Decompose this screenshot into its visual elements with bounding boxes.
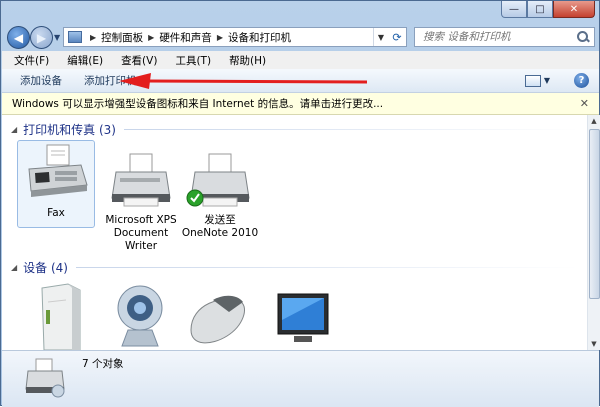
info-bar-message[interactable]: Windows 可以显示增强型设备图标和来自 Internet 的信息。请单击进… [12,96,383,111]
chevron-right-icon[interactable]: ▶ [148,33,154,42]
chevron-right-icon[interactable]: ▶ [90,33,96,42]
computer-tower-icon [24,280,94,350]
webcam-icon [106,280,176,347]
device-item-webcam[interactable] [102,280,180,347]
search-box[interactable] [414,27,595,47]
menu-view[interactable]: 查看(V) [109,53,163,68]
forward-button[interactable]: ▶ [30,26,53,49]
control-panel-icon [68,31,82,43]
menu-tools[interactable]: 工具(T) [163,53,217,68]
close-icon[interactable]: ✕ [580,97,589,110]
menu-edit[interactable]: 编辑(E) [55,53,109,68]
device-item-monitor[interactable] [264,280,342,346]
title-bar: — □ ✕ [1,1,600,25]
recent-pages-dropdown[interactable]: ▼ [54,33,60,42]
search-input[interactable] [421,30,575,44]
chevron-right-icon[interactable]: ▶ [217,33,223,42]
maximize-button[interactable]: □ [527,1,553,18]
collapse-triangle-icon[interactable]: ◢ [11,263,17,272]
refresh-icon[interactable]: ⟳ [388,28,406,46]
group-divider [75,266,579,268]
help-icon[interactable]: ? [574,73,589,88]
fax-icon [21,141,91,203]
scrollbar-thumb[interactable] [589,129,600,299]
red-arrow-annotation [119,73,368,89]
vertical-scrollbar[interactable]: ▲ ▼ [587,115,600,350]
breadcrumb-hardware-sound[interactable]: 硬件和声音 [159,30,212,45]
device-item-send-to-onenote[interactable]: 发送至 OneNote 2010 [181,150,259,240]
address-bar[interactable]: ▶ 控制面板 ▶ 硬件和声音 ▶ 设备和打印机 ▼ ⟳ [63,27,407,47]
monitor-icon [268,280,338,342]
view-options-dropdown-icon[interactable]: ▼ [544,76,550,85]
menu-help[interactable]: 帮助(H) [217,53,272,68]
collapse-triangle-icon[interactable]: ◢ [11,125,17,134]
info-bar[interactable]: Windows 可以显示增强型设备图标和来自 Internet 的信息。请单击进… [2,93,599,115]
address-dropdown-icon[interactable]: ▼ [373,28,388,46]
back-button[interactable]: ◀ [7,26,30,49]
devices-content-pane: ◢ 打印机和传真 (3) Fax Microsoft XPS Document … [2,115,587,350]
breadcrumb-devices-printers[interactable]: 设备和打印机 [228,30,291,45]
menu-bar: 文件(F) 编辑(E) 查看(V) 工具(T) 帮助(H) [2,51,599,69]
scroll-up-icon[interactable]: ▲ [588,115,600,127]
minimize-button[interactable]: — [501,1,527,18]
device-label: Microsoft XPS Document Writer [105,214,177,252]
device-item-fax[interactable]: Fax [17,140,95,228]
group-header-devices[interactable]: ◢ 设备 (4) [2,258,587,276]
mouse-icon [183,280,253,344]
close-button[interactable]: ✕ [553,1,595,18]
device-item-xps-writer[interactable]: Microsoft XPS Document Writer [102,150,180,253]
group-header-printers[interactable]: ◢ 打印机和传真 (3) [2,120,587,138]
object-count: 7 个对象 [82,358,124,370]
device-item-mouse[interactable] [179,280,257,346]
change-view-icon[interactable] [524,74,541,87]
scroll-down-icon[interactable]: ▼ [588,338,600,350]
explorer-window: — □ ✕ ◀ ▶ ▼ ▶ 控制面板 ▶ 硬件和声音 ▶ 设备和打印机 ▼ ⟳ … [0,0,600,407]
group-title-devices: 设备 (4) [23,260,68,275]
device-label: Fax [47,207,65,219]
devices-printers-icon [25,358,65,398]
menu-file[interactable]: 文件(F) [2,53,55,68]
device-label: 发送至 OneNote 2010 [181,214,259,239]
device-item-computer[interactable] [20,280,98,350]
breadcrumb-control-panel[interactable]: 控制面板 [101,30,143,45]
add-device-button[interactable]: 添加设备 [2,73,74,88]
caption-buttons: — □ ✕ [501,1,595,18]
details-pane: 7 个对象 [2,350,599,407]
search-icon[interactable] [577,31,589,43]
printer-icon [106,150,176,210]
group-title-printers: 打印机和传真 (3) [23,122,116,137]
group-divider [123,128,579,130]
printer-default-icon [185,150,255,210]
navigation-bar: ◀ ▶ ▼ ▶ 控制面板 ▶ 硬件和声音 ▶ 设备和打印机 ▼ ⟳ [1,25,600,51]
